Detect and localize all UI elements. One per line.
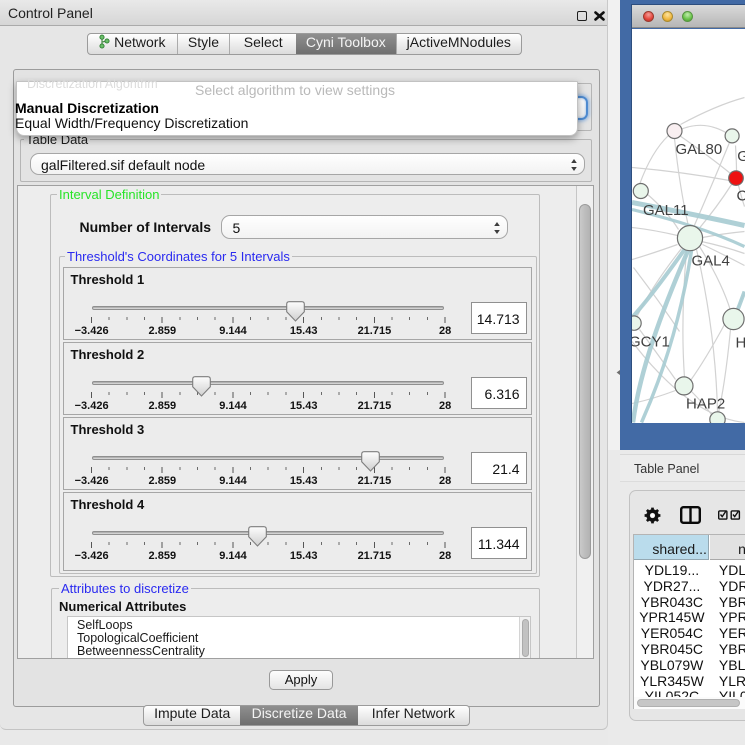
- svg-text:GA: GA: [737, 148, 745, 165]
- svg-text:CC: CC: [737, 187, 745, 204]
- svg-text:GAL4: GAL4: [692, 252, 730, 269]
- svg-text:GCY1: GCY1: [632, 333, 670, 350]
- svg-text:GAL11: GAL11: [643, 202, 689, 219]
- svg-text:HAP2: HAP2: [686, 395, 725, 412]
- svg-text:GAL80: GAL80: [676, 141, 723, 158]
- svg-text:HI: HI: [736, 334, 745, 351]
